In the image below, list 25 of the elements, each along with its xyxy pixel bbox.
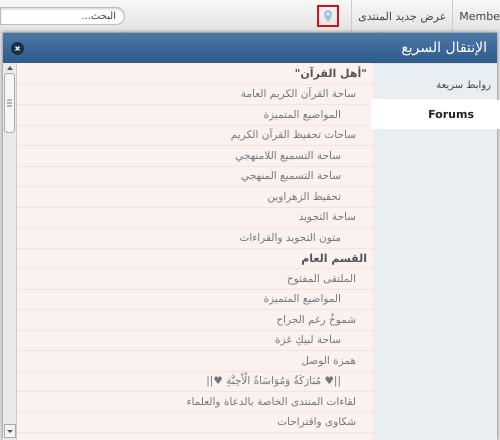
- search-field[interactable]: البحث...: [0, 7, 125, 25]
- forum-link[interactable]: المواضيع المتميزة: [264, 108, 341, 121]
- forum-link[interactable]: همزة الوصل: [301, 354, 356, 367]
- map-pin-icon[interactable]: [317, 5, 340, 27]
- forum-link[interactable]: ساحة التسميع اللامنهجي: [235, 150, 341, 162]
- close-icon[interactable]: [11, 42, 24, 54]
- forum-link[interactable]: الملتقى المفتوح: [286, 272, 356, 285]
- forum-link[interactable]: تحفيظ الزهراوين: [267, 190, 341, 203]
- forum-link[interactable]: ساحة القرآن الكريم العامة: [240, 88, 356, 100]
- forum-link[interactable]: ساحات تحفيظ القرآن الكريم: [230, 129, 356, 142]
- forum-link[interactable]: ساحة التسميع المنهجي: [241, 170, 341, 182]
- forum-link[interactable]: المواضيع المتميزة: [264, 293, 341, 306]
- scroll-up-icon[interactable]: [6, 65, 14, 71]
- forum-link[interactable]: ساحة التجويد: [298, 211, 356, 224]
- forum-link[interactable]: متون التجويد والقراءات: [240, 232, 341, 244]
- category-heading[interactable]: "أهل القرآن": [294, 67, 367, 80]
- forum-link[interactable]: لقاءات المنتدى الخاصة بالدعاة والعلماء: [186, 396, 356, 408]
- tab[interactable]: Forums: [371, 100, 500, 129]
- forum-link[interactable]: شموخٌ رغم الجراح: [276, 314, 356, 326]
- scrollbar-thumb[interactable]: [4, 73, 15, 133]
- category-heading[interactable]: القسم العام: [301, 252, 367, 265]
- forum-link[interactable]: شكاوى واقتراحات: [277, 416, 356, 428]
- scroll-down-icon[interactable]: [4, 424, 16, 438]
- forum-link[interactable]: ساحة لبيكِ غزة: [275, 334, 341, 346]
- dialog-title: الإنتقال السريع: [401, 40, 487, 56]
